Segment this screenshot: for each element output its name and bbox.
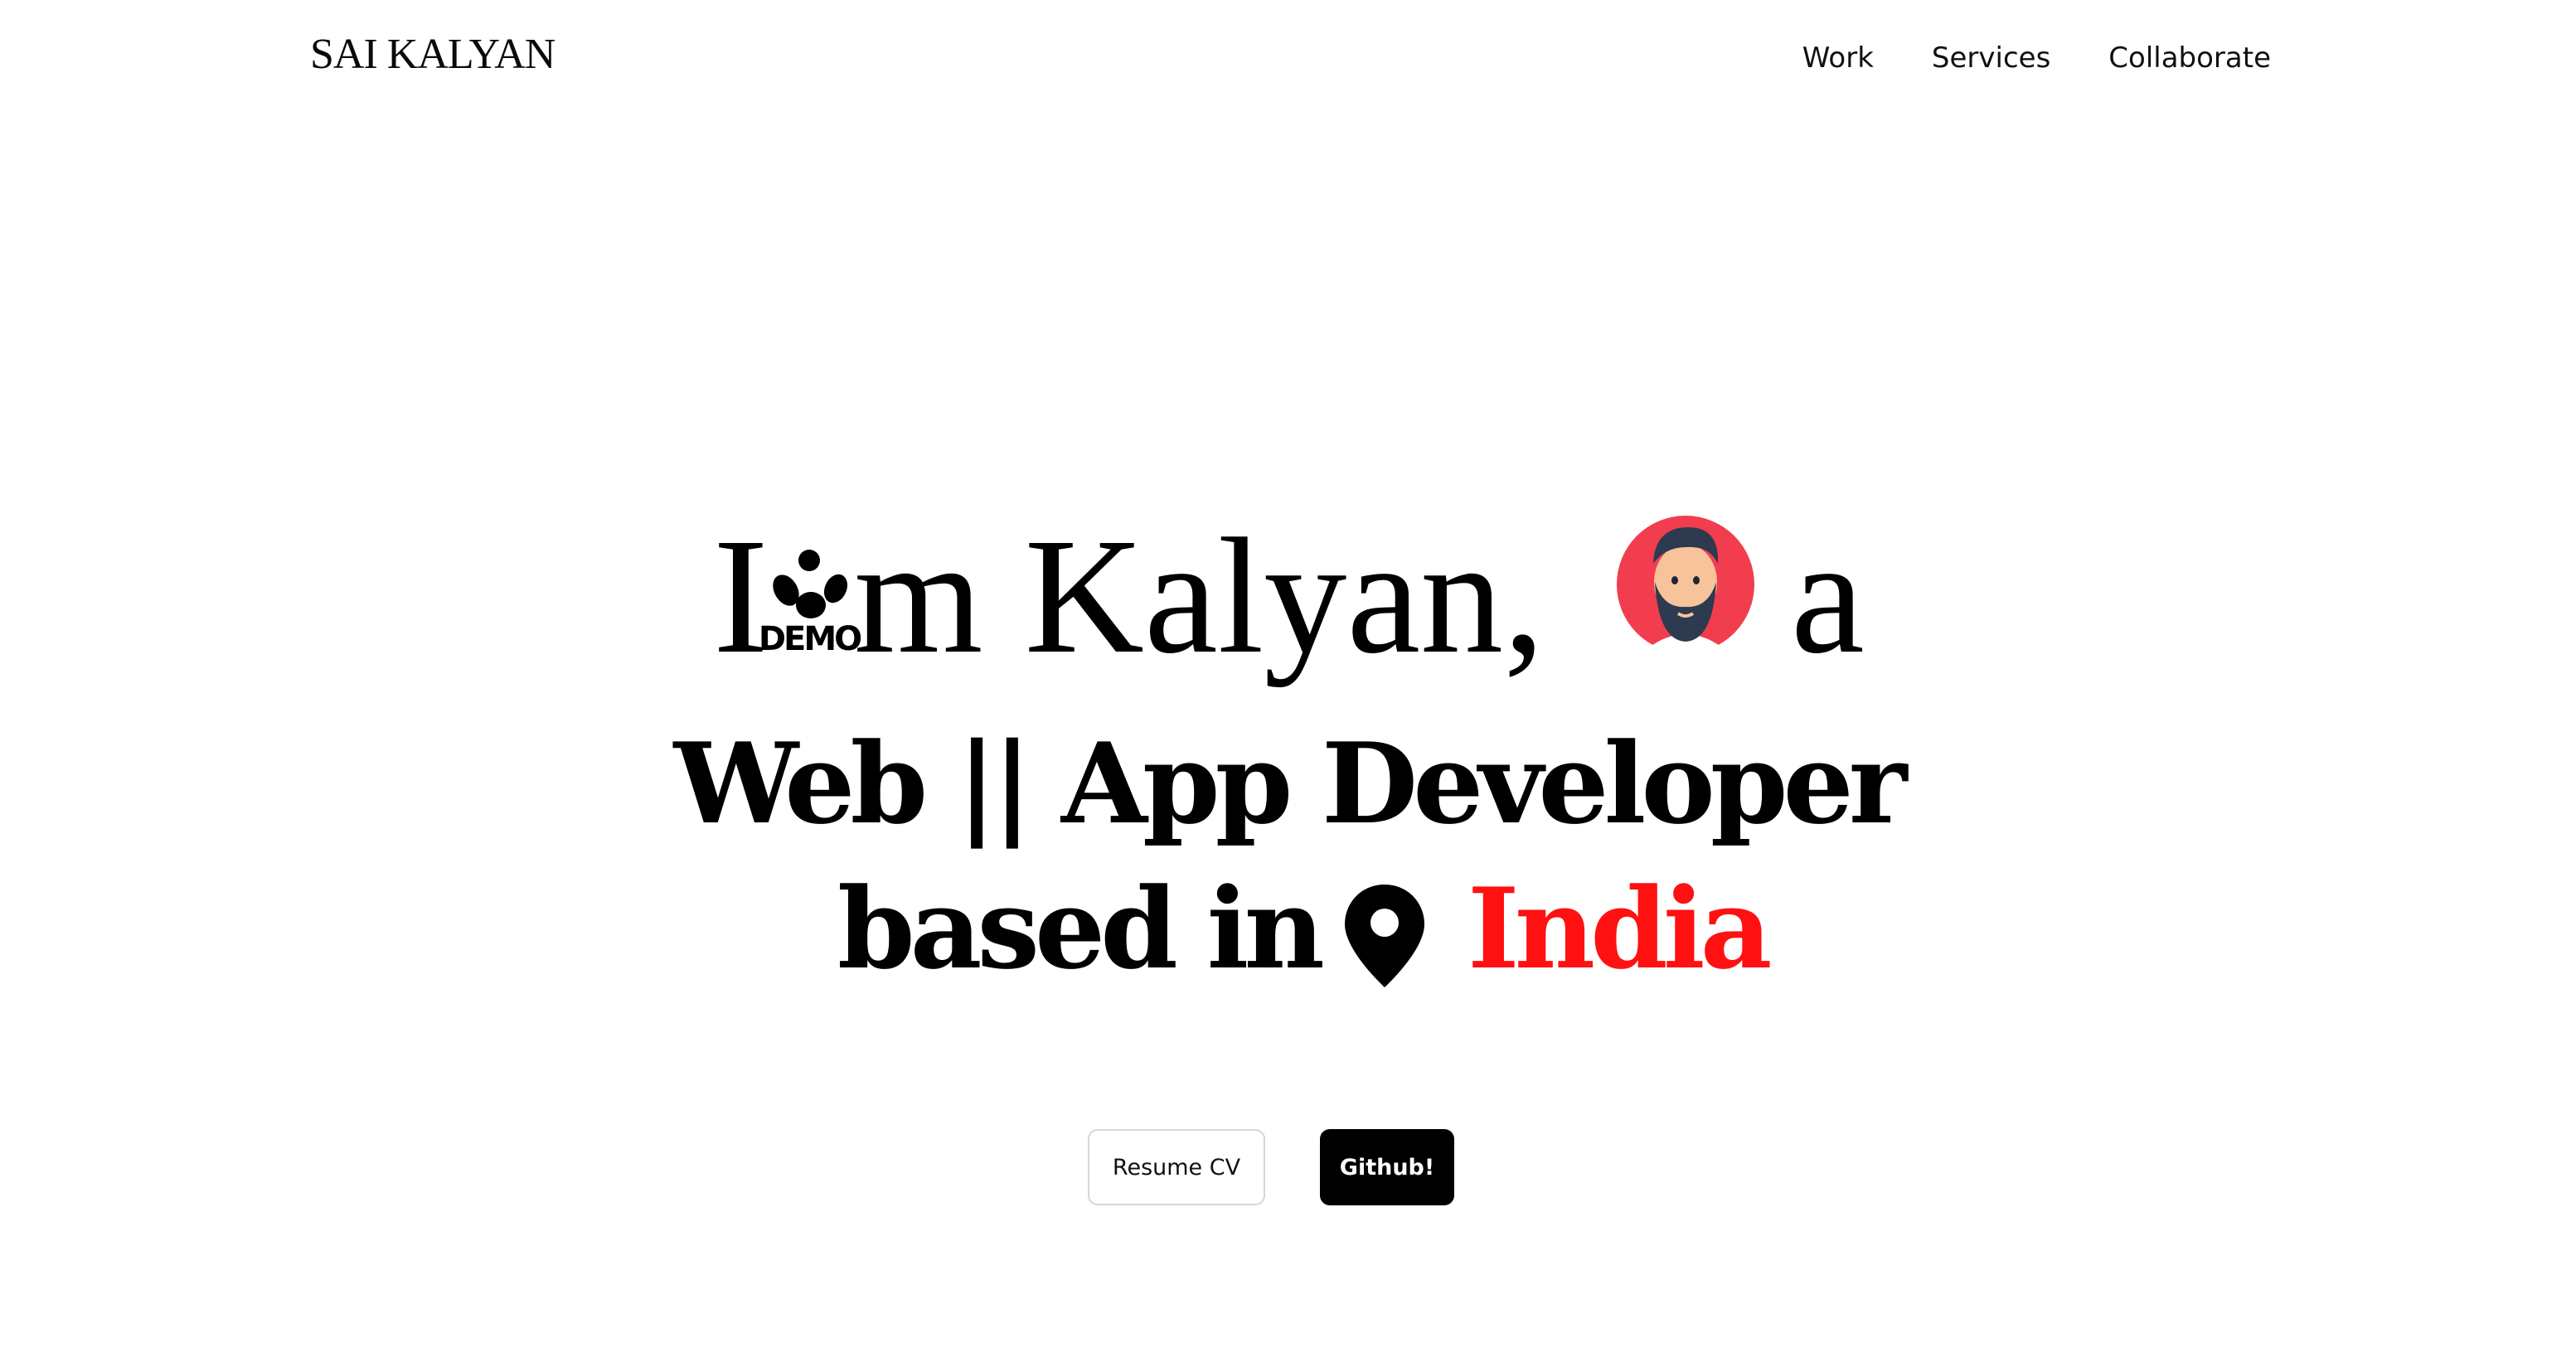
hero-intro-name: m Kalyan, [854, 505, 1545, 688]
site-logo[interactable]: SAI KALYAN [310, 28, 555, 81]
nav-link-work[interactable]: Work [1802, 41, 1874, 75]
hero-intro-line: I DEMO m Kalyan, a [713, 497, 1890, 688]
splash-demo-label: DEMO [759, 620, 861, 658]
location-pin-icon [1345, 885, 1424, 987]
hero-intro-article: a [1791, 505, 1865, 688]
hero-location-prefix: based in [837, 863, 1325, 994]
main-nav: Work Services Collaborate [1802, 36, 2271, 80]
splash-demo-icon: DEMO [759, 550, 863, 658]
hero-role-line: Web || App Developer [673, 718, 1908, 849]
github-button[interactable]: Github! [1320, 1129, 1454, 1205]
bearded-man-avatar-icon [1617, 516, 1754, 653]
resume-cv-button[interactable]: Resume CV [1088, 1129, 1265, 1205]
nav-link-services[interactable]: Services [1932, 41, 2050, 75]
hero-actions: Resume CV Github! [1088, 1129, 1454, 1205]
nav-link-collaborate[interactable]: Collaborate [2108, 41, 2271, 75]
hero-country: India [1467, 863, 1773, 994]
